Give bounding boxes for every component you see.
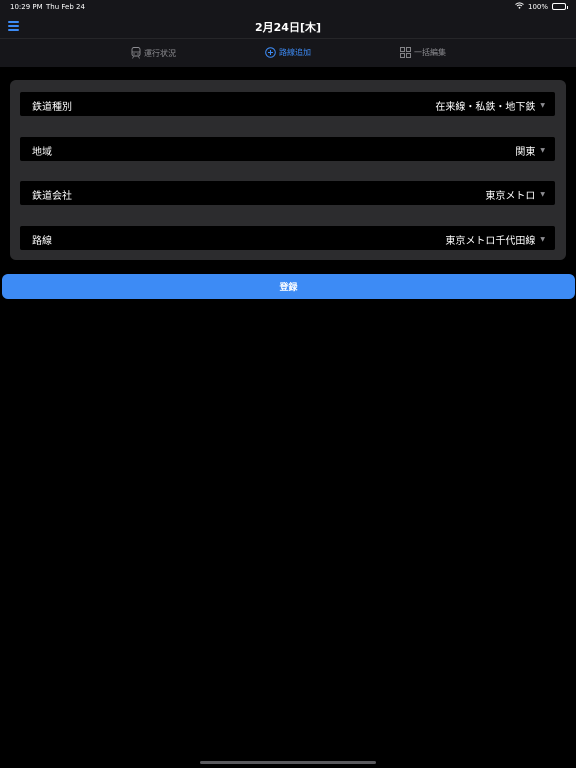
status-date: Thu Feb 24 <box>46 3 85 11</box>
line-form: 鉄道種別 在来線・私鉄・地下鉄 ▼ 地域 関東 ▼ 鉄道会社 東京メトロ ▼ 路… <box>10 80 566 260</box>
row-value: 在来線・私鉄・地下鉄 <box>435 102 536 113</box>
app-screen: 10:29 PM Thu Feb 24 100% 2月24日[木] 運行状況 路… <box>0 0 576 768</box>
row-value-wrap: 関東 ▼ <box>515 143 545 158</box>
tab-bulk-edit[interactable]: 一括編集 <box>400 47 446 58</box>
nav-header: 2月24日[木] <box>0 14 576 38</box>
status-indicators: 100% <box>515 2 568 11</box>
row-label: 鉄道種別 <box>32 102 72 113</box>
region-select[interactable]: 地域 関東 ▼ <box>20 137 555 161</box>
tab-label: 路線追加 <box>279 48 311 57</box>
row-value-wrap: 東京メトロ千代田線 ▼ <box>445 232 545 247</box>
tab-add-line[interactable]: 路線追加 <box>265 47 311 58</box>
wifi-icon <box>515 2 524 11</box>
row-value: 東京メトロ千代田線 <box>445 236 536 247</box>
battery-icon <box>552 3 568 10</box>
row-value: 東京メトロ <box>485 191 536 202</box>
register-button[interactable]: 登録 <box>2 274 575 299</box>
tab-operation-status[interactable]: 運行状況 <box>131 47 176 59</box>
home-indicator[interactable] <box>200 761 376 764</box>
plus-circle-icon <box>265 47 276 58</box>
row-label: 地域 <box>32 147 52 158</box>
status-time: 10:29 PM <box>10 3 43 11</box>
grid-icon <box>400 47 411 58</box>
status-bar: 10:29 PM Thu Feb 24 100% <box>0 0 576 14</box>
line-select[interactable]: 路線 東京メトロ千代田線 ▼ <box>20 226 555 250</box>
train-icon <box>131 47 141 59</box>
row-label: 鉄道会社 <box>32 191 72 202</box>
row-value-wrap: 東京メトロ ▼ <box>485 187 545 202</box>
chevron-down-icon: ▼ <box>540 147 545 154</box>
row-label: 路線 <box>32 236 52 247</box>
railway-type-select[interactable]: 鉄道種別 在来線・私鉄・地下鉄 ▼ <box>20 92 555 116</box>
tab-label: 運行状況 <box>144 48 176 58</box>
tab-bar: 運行状況 路線追加 一括編集 <box>0 38 576 67</box>
page-title: 2月24日[木] <box>254 21 322 34</box>
chevron-down-icon: ▼ <box>540 191 545 198</box>
railway-company-select[interactable]: 鉄道会社 東京メトロ ▼ <box>20 181 555 205</box>
row-value: 関東 <box>515 147 536 158</box>
chevron-down-icon: ▼ <box>540 236 545 243</box>
row-value-wrap: 在来線・私鉄・地下鉄 ▼ <box>435 98 545 113</box>
tab-label: 一括編集 <box>414 48 446 57</box>
battery-percent: 100% <box>527 2 548 11</box>
chevron-down-icon: ▼ <box>540 102 545 109</box>
